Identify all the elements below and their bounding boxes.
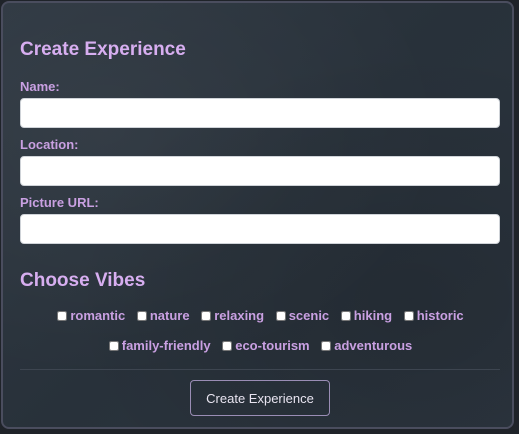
- vibe-label-adventurous: adventurous: [334, 338, 413, 353]
- vibe-label-historic: historic: [416, 308, 464, 323]
- vibe-option-eco-tourism[interactable]: eco-tourism: [222, 338, 310, 353]
- vibe-label-romantic: romantic: [70, 308, 126, 323]
- vibes-title: Choose Vibes: [20, 270, 146, 291]
- vibe-option-historic[interactable]: historic: [403, 308, 464, 323]
- vibe-checkbox-scenic[interactable]: [275, 310, 286, 321]
- vibe-checkbox-family-friendly[interactable]: [108, 340, 119, 351]
- vibe-option-romantic[interactable]: romantic: [57, 308, 125, 323]
- vibe-option-relaxing[interactable]: relaxing: [201, 308, 264, 323]
- picture-url-label: Picture URL:: [20, 195, 99, 210]
- vibe-label-scenic: scenic: [288, 308, 330, 323]
- vibe-checkbox-romantic[interactable]: [57, 310, 68, 321]
- create-experience-button[interactable]: Create Experience: [190, 380, 330, 416]
- vibe-checkbox-relaxing[interactable]: [201, 310, 212, 321]
- create-experience-panel: Create Experience Name: Location: Pictur…: [1, 1, 514, 429]
- vibe-option-family-friendly[interactable]: family-friendly: [108, 338, 211, 353]
- vibe-checkbox-hiking[interactable]: [340, 310, 351, 321]
- name-label: Name:: [20, 79, 60, 94]
- location-input[interactable]: [20, 156, 500, 186]
- vibe-option-scenic[interactable]: scenic: [275, 308, 330, 323]
- vibes-row-1: romantic nature relaxing scenic hiking h…: [3, 308, 518, 324]
- location-label: Location:: [20, 137, 79, 152]
- form-divider: [20, 369, 500, 370]
- vibe-label-eco-tourism: eco-tourism: [235, 338, 310, 353]
- vibe-checkbox-nature[interactable]: [136, 310, 147, 321]
- vibes-row-2: family-friendly eco-tourism adventurous: [3, 338, 518, 354]
- vibe-checkbox-historic[interactable]: [403, 310, 414, 321]
- vibe-label-nature: nature: [149, 308, 190, 323]
- vibe-option-adventurous[interactable]: adventurous: [321, 338, 412, 353]
- vibe-checkbox-adventurous[interactable]: [321, 340, 332, 351]
- vibe-checkbox-eco-tourism[interactable]: [222, 340, 233, 351]
- vibe-label-hiking: hiking: [353, 308, 393, 323]
- vibe-option-nature[interactable]: nature: [136, 308, 190, 323]
- vibe-label-relaxing: relaxing: [214, 308, 265, 323]
- name-input[interactable]: [20, 98, 500, 128]
- form-title: Create Experience: [20, 39, 186, 60]
- vibe-option-hiking[interactable]: hiking: [340, 308, 393, 323]
- vibe-label-family-friendly: family-friendly: [121, 338, 211, 353]
- picture-url-input[interactable]: [20, 214, 500, 244]
